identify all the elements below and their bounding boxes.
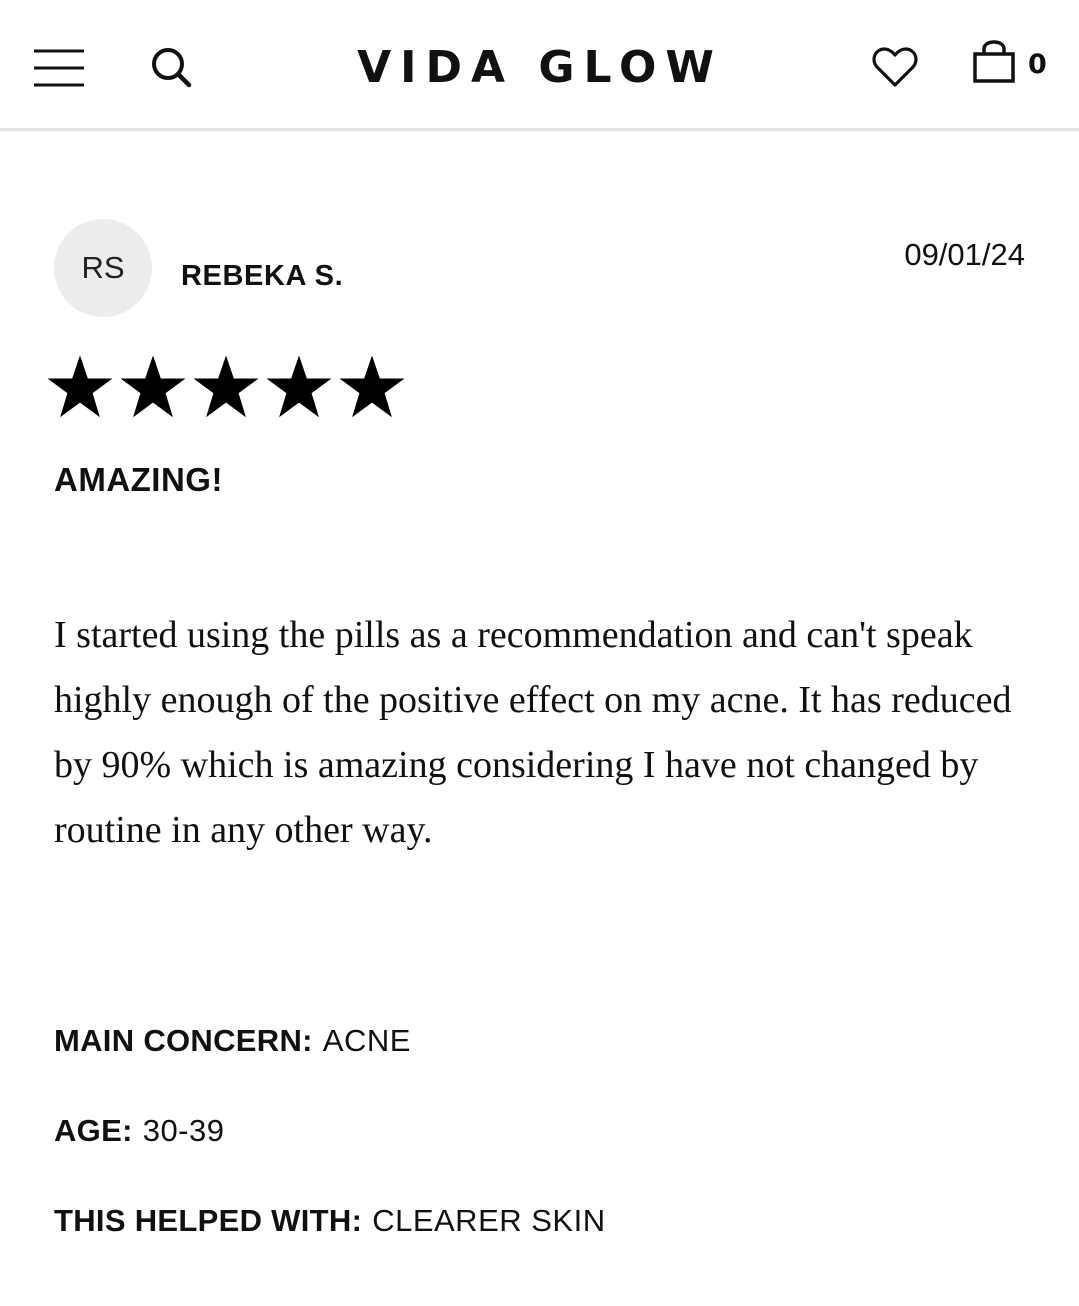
cart-button[interactable]: 0: [972, 40, 1052, 88]
heart-icon: [872, 47, 918, 87]
search-icon: [152, 48, 192, 88]
cart-count: 0: [1028, 49, 1047, 80]
age-label: AGE:: [54, 1113, 133, 1148]
helped-with-label: THIS HELPED WITH:: [54, 1203, 363, 1238]
main-concern-label: MAIN CONCERN:: [54, 1023, 313, 1058]
review-title: AMAZING!: [54, 461, 223, 498]
brand-logo[interactable]: VIDA GLOW: [340, 42, 740, 94]
helped-with-row: THIS HELPED WITH: CLEARER SKIN: [54, 1201, 606, 1241]
star-rating: [48, 356, 404, 420]
wishlist-button[interactable]: [872, 46, 918, 88]
star-icon: [48, 356, 112, 418]
star-icon: [267, 356, 331, 418]
age-value: 30-39: [142, 1113, 225, 1148]
shopping-bag-icon: [973, 40, 1015, 83]
site-header: VIDA GLOW 0: [0, 0, 1079, 131]
star-icon: [194, 356, 258, 418]
avatar: RS: [54, 219, 152, 317]
helped-with-value: CLEARER SKIN: [372, 1203, 606, 1238]
reviewer-name: REBEKA S.: [181, 260, 344, 292]
search-button[interactable]: [150, 46, 192, 88]
review-date: 09/01/24: [904, 237, 1025, 272]
review-body: I started using the pills as a recommend…: [54, 614, 1012, 851]
star-icon: [340, 356, 404, 418]
menu-button[interactable]: [34, 48, 84, 88]
main-concern-value: ACNE: [322, 1023, 411, 1058]
star-icon: [121, 356, 185, 418]
main-concern-row: MAIN CONCERN: ACNE: [54, 1021, 411, 1061]
age-row: AGE: 30-39: [54, 1111, 225, 1151]
hamburger-menu-icon: [34, 49, 84, 87]
